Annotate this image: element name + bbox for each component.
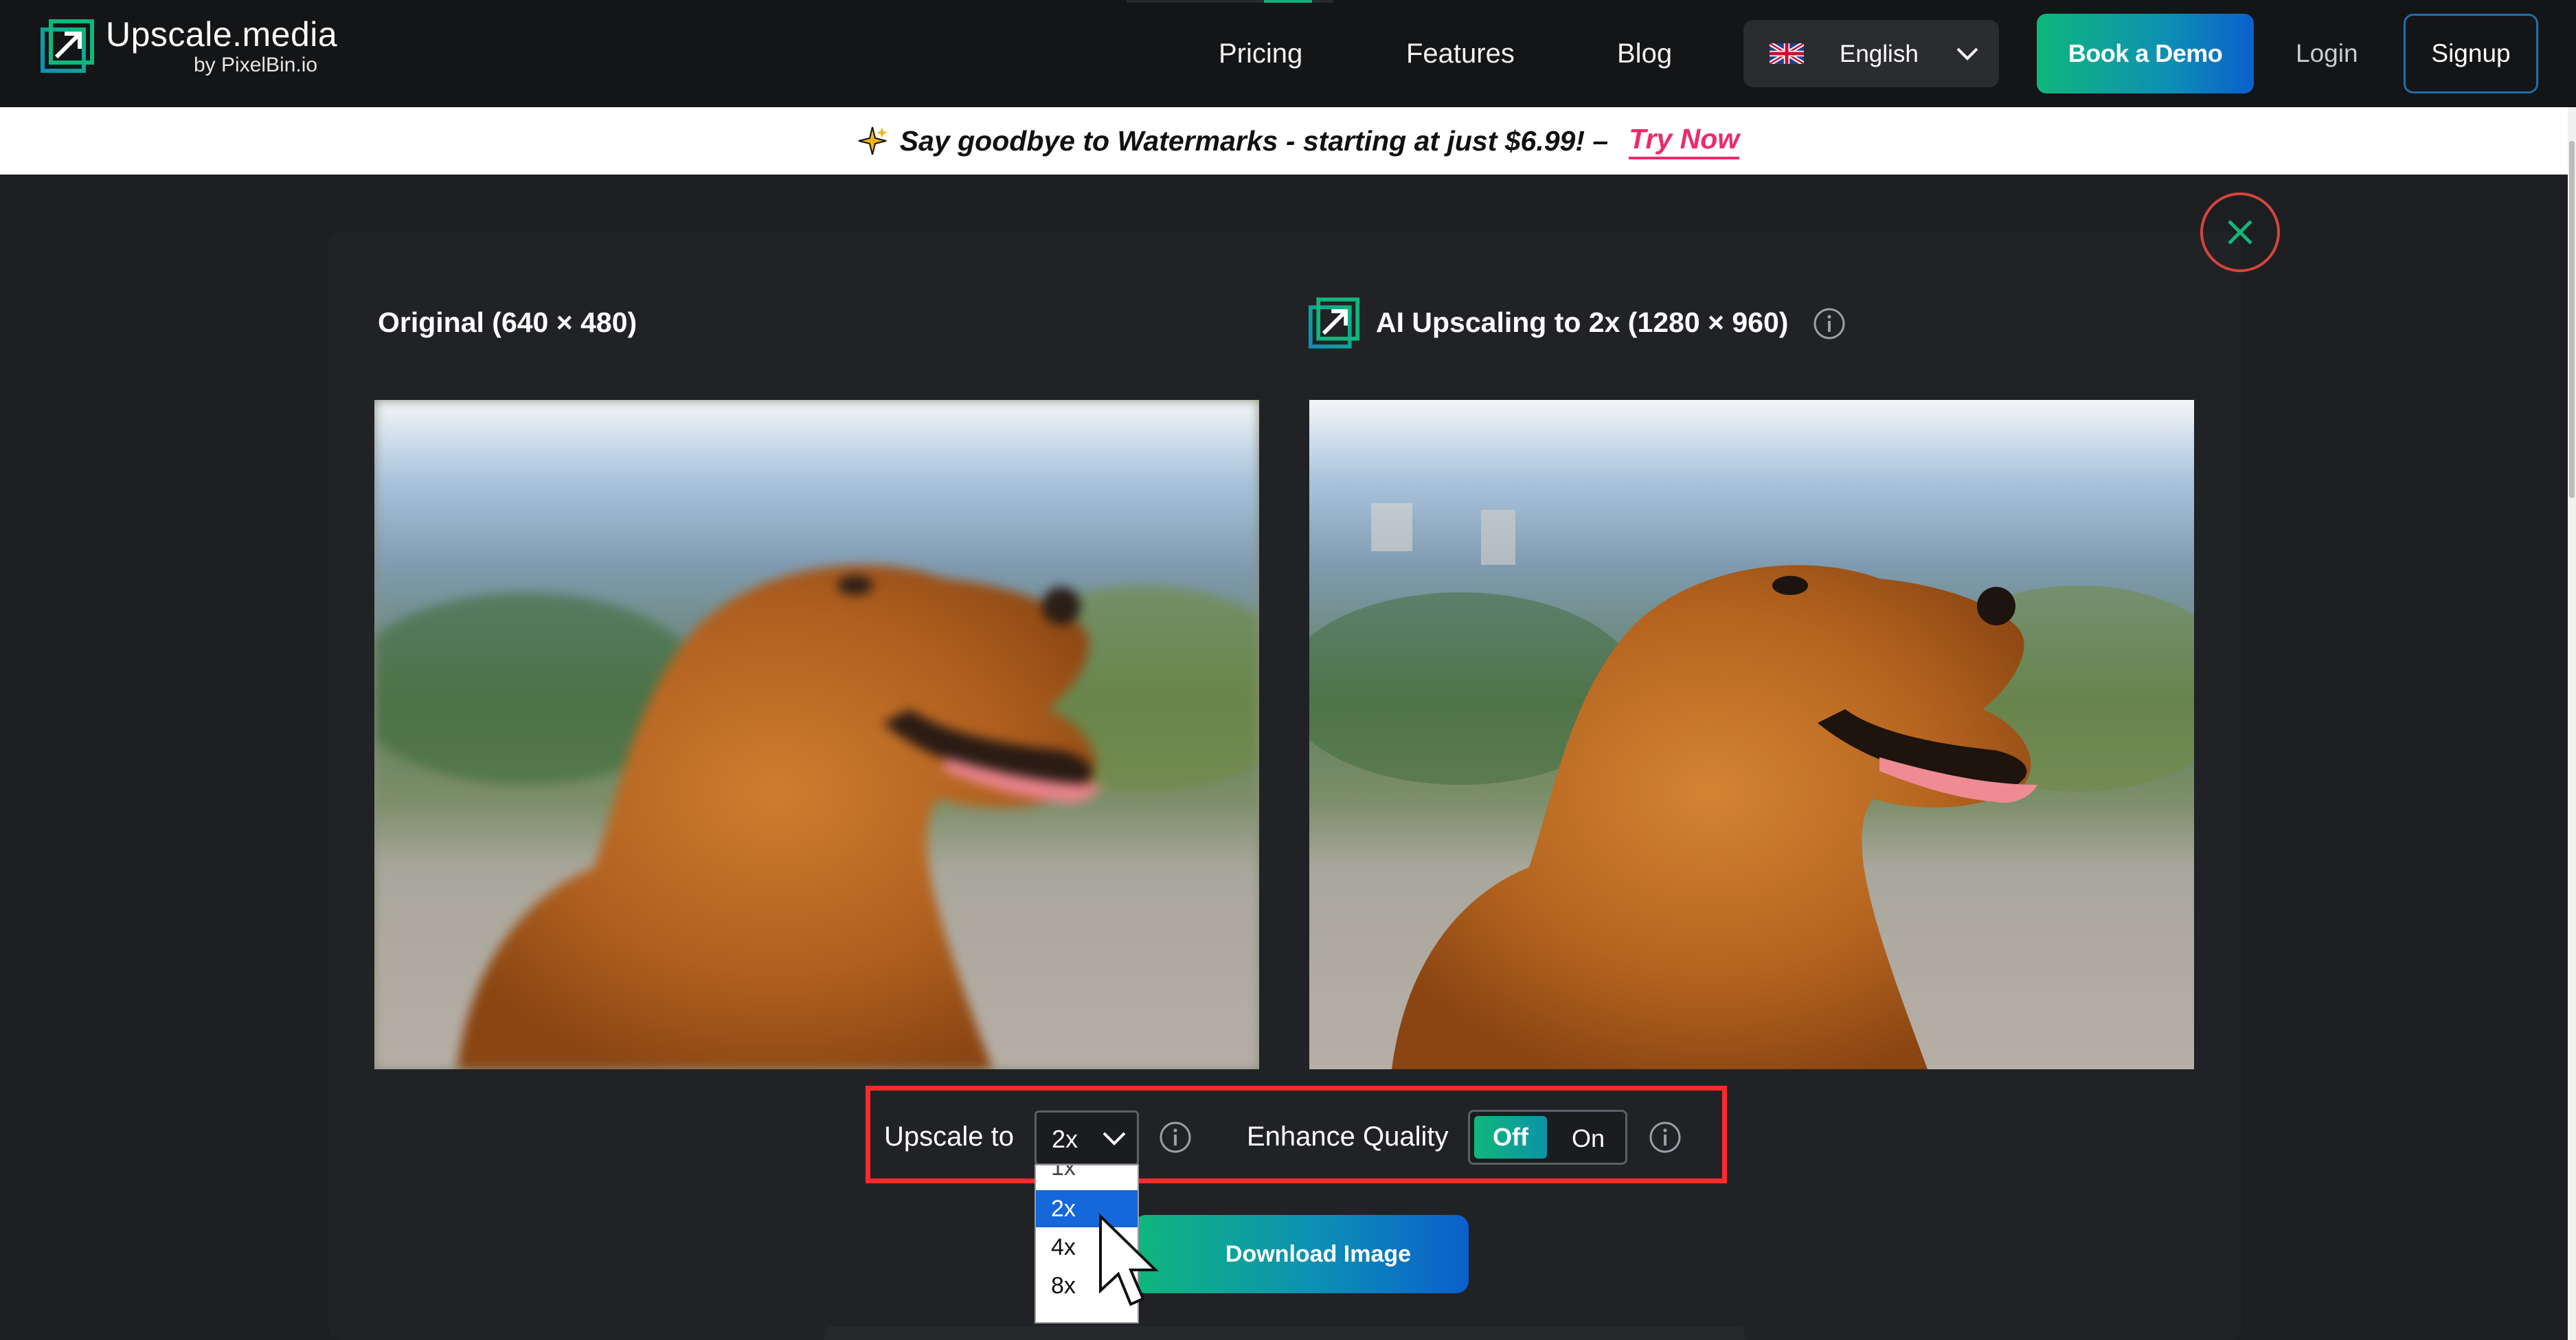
- original-label: Original (640 × 480): [378, 306, 637, 338]
- login-link[interactable]: Login: [2296, 0, 2358, 107]
- banner-text: Say goodbye to Watermarks - starting at …: [899, 124, 1609, 157]
- close-button[interactable]: [2200, 192, 2280, 272]
- brand-subtitle: by PixelBin.io: [194, 54, 318, 76]
- upscale-select-value: 2x: [1052, 1125, 1078, 1153]
- info-icon[interactable]: [1648, 1120, 1682, 1154]
- scrollbar-thumb[interactable]: [2569, 141, 2575, 498]
- option-1x[interactable]: 1x: [1036, 1165, 1138, 1186]
- signup-button[interactable]: Signup: [2404, 14, 2538, 93]
- enhance-quality-toggle[interactable]: Off On: [1468, 1110, 1627, 1165]
- mouse-cursor-icon: [1099, 1214, 1159, 1306]
- upscale-logo-icon: [41, 19, 94, 73]
- info-icon[interactable]: [1158, 1120, 1193, 1154]
- book-demo-button[interactable]: Book a Demo: [2037, 14, 2254, 93]
- download-image-button[interactable]: Download Image: [1133, 1215, 1469, 1293]
- chevron-down-icon: [1956, 47, 1978, 60]
- brand-title: Upscale.media: [106, 15, 338, 54]
- upscale-to-label: Upscale to: [884, 1121, 1014, 1152]
- toggle-off-option[interactable]: Off: [1474, 1116, 1547, 1159]
- chevron-down-icon: [1103, 1132, 1126, 1146]
- toggle-on-option[interactable]: On: [1572, 1124, 1605, 1153]
- sparkle-icon: [858, 126, 888, 155]
- upscaled-image: [1309, 400, 2194, 1069]
- nav-features[interactable]: Features: [1406, 0, 1515, 107]
- try-now-link[interactable]: Try Now: [1629, 123, 1740, 159]
- nav-blog[interactable]: Blog: [1617, 0, 1672, 107]
- info-icon[interactable]: [1812, 306, 1846, 341]
- original-image: [374, 400, 1259, 1069]
- language-label: English: [1840, 41, 1919, 67]
- promo-banner: Say goodbye to Watermarks - starting at …: [0, 107, 2568, 175]
- brand-logo[interactable]: Upscale.media by PixelBin.io: [40, 15, 337, 77]
- ai-upscale-label: AI Upscaling to 2x (1280 × 960): [1376, 306, 1789, 338]
- enhance-quality-label: Enhance Quality: [1247, 1121, 1449, 1152]
- uk-flag-icon: [1770, 43, 1804, 64]
- top-header: Upscale.media by PixelBin.io Pricing Fea…: [0, 0, 2576, 107]
- close-icon: [2228, 220, 2252, 245]
- language-selector[interactable]: English: [1743, 20, 1999, 87]
- bottom-edge: [824, 1326, 1745, 1340]
- upscale-logo-icon: [1308, 297, 1360, 349]
- upscale-select[interactable]: 2x: [1035, 1110, 1139, 1165]
- nav-pricing[interactable]: Pricing: [1219, 0, 1302, 107]
